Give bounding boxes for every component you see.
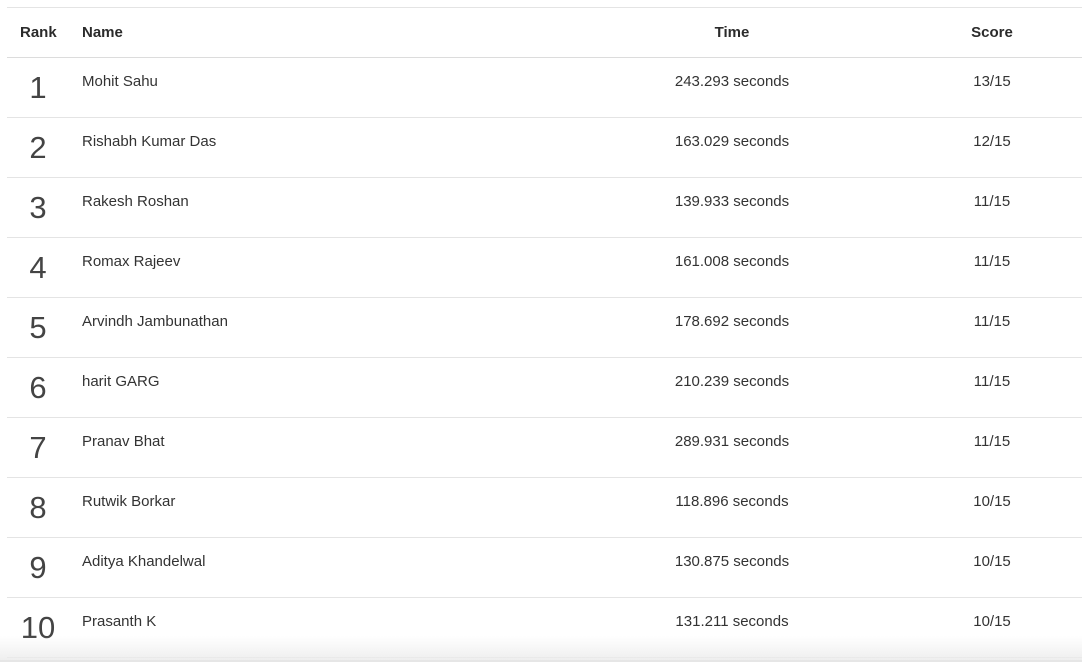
score-column-header: Score xyxy=(971,24,1013,41)
table-row: 9 Aditya Khandelwal 130.875 seconds 10/1… xyxy=(7,538,1082,598)
name-column-header: Name xyxy=(82,24,123,41)
name-cell: Aditya Khandelwal xyxy=(82,553,206,570)
score-cell: 13/15 xyxy=(973,73,1011,90)
rank-column-header: Rank xyxy=(20,24,57,41)
time-cell: 130.875 seconds xyxy=(674,553,790,570)
time-cell: 131.211 seconds xyxy=(675,613,789,630)
score-cell: 11/15 xyxy=(973,373,1011,390)
time-cell: 163.029 seconds xyxy=(674,133,790,150)
score-cell: 11/15 xyxy=(973,433,1011,450)
name-cell: harit GARG xyxy=(82,373,160,390)
table-row: 2 Rishabh Kumar Das 163.029 seconds 12/1… xyxy=(7,118,1082,178)
rank-cell: 2 xyxy=(29,130,47,165)
table-row: 10 Prasanth K 131.211 seconds 10/15 xyxy=(7,598,1082,658)
table-row: 3 Rakesh Roshan 139.933 seconds 11/15 xyxy=(7,178,1082,238)
rank-cell: 6 xyxy=(29,370,47,405)
table-row: 6 harit GARG 210.239 seconds 11/15 xyxy=(7,358,1082,418)
name-cell: Romax Rajeev xyxy=(82,253,181,270)
score-cell: 10/15 xyxy=(973,613,1011,630)
rank-cell: 10 xyxy=(20,610,56,645)
time-column-header: Time xyxy=(714,24,750,41)
rank-cell: 8 xyxy=(29,490,47,525)
name-cell: Rakesh Roshan xyxy=(82,193,189,210)
time-cell: 243.293 seconds xyxy=(674,73,790,90)
time-cell: 178.692 seconds xyxy=(674,313,790,330)
rank-cell: 5 xyxy=(29,310,47,345)
rank-cell: 1 xyxy=(29,70,47,105)
rank-cell: 9 xyxy=(29,550,47,585)
table-row: 4 Romax Rajeev 161.008 seconds 11/15 xyxy=(7,238,1082,298)
score-cell: 12/15 xyxy=(973,133,1011,150)
score-cell: 10/15 xyxy=(973,493,1011,510)
table-row: 5 Arvindh Jambunathan 178.692 seconds 11… xyxy=(7,298,1082,358)
name-cell: Rutwik Borkar xyxy=(82,493,176,510)
leaderboard-table: Rank Name Time Score 1 Mohit Sahu 243.29… xyxy=(7,7,1082,658)
name-cell: Arvindh Jambunathan xyxy=(82,313,228,330)
rank-cell: 4 xyxy=(29,250,47,285)
rank-cell: 7 xyxy=(29,430,47,465)
time-cell: 118.896 seconds xyxy=(675,493,789,510)
score-cell: 10/15 xyxy=(973,553,1011,570)
table-row: 8 Rutwik Borkar 118.896 seconds 10/15 xyxy=(7,478,1082,538)
score-cell: 11/15 xyxy=(973,313,1011,330)
table-row: 1 Mohit Sahu 243.293 seconds 13/15 xyxy=(7,58,1082,118)
time-cell: 161.008 seconds xyxy=(674,253,790,270)
score-cell: 11/15 xyxy=(973,193,1011,210)
score-cell: 11/15 xyxy=(973,253,1011,270)
table-row: 7 Pranav Bhat 289.931 seconds 11/15 xyxy=(7,418,1082,478)
name-cell: Mohit Sahu xyxy=(82,73,158,90)
table-header-row: Rank Name Time Score xyxy=(7,8,1082,58)
time-cell: 289.931 seconds xyxy=(674,433,790,450)
name-cell: Rishabh Kumar Das xyxy=(82,133,217,150)
name-cell: Prasanth K xyxy=(82,613,157,630)
name-cell: Pranav Bhat xyxy=(82,433,165,450)
rank-cell: 3 xyxy=(29,190,47,225)
time-cell: 210.239 seconds xyxy=(674,373,790,390)
time-cell: 139.933 seconds xyxy=(674,193,790,210)
